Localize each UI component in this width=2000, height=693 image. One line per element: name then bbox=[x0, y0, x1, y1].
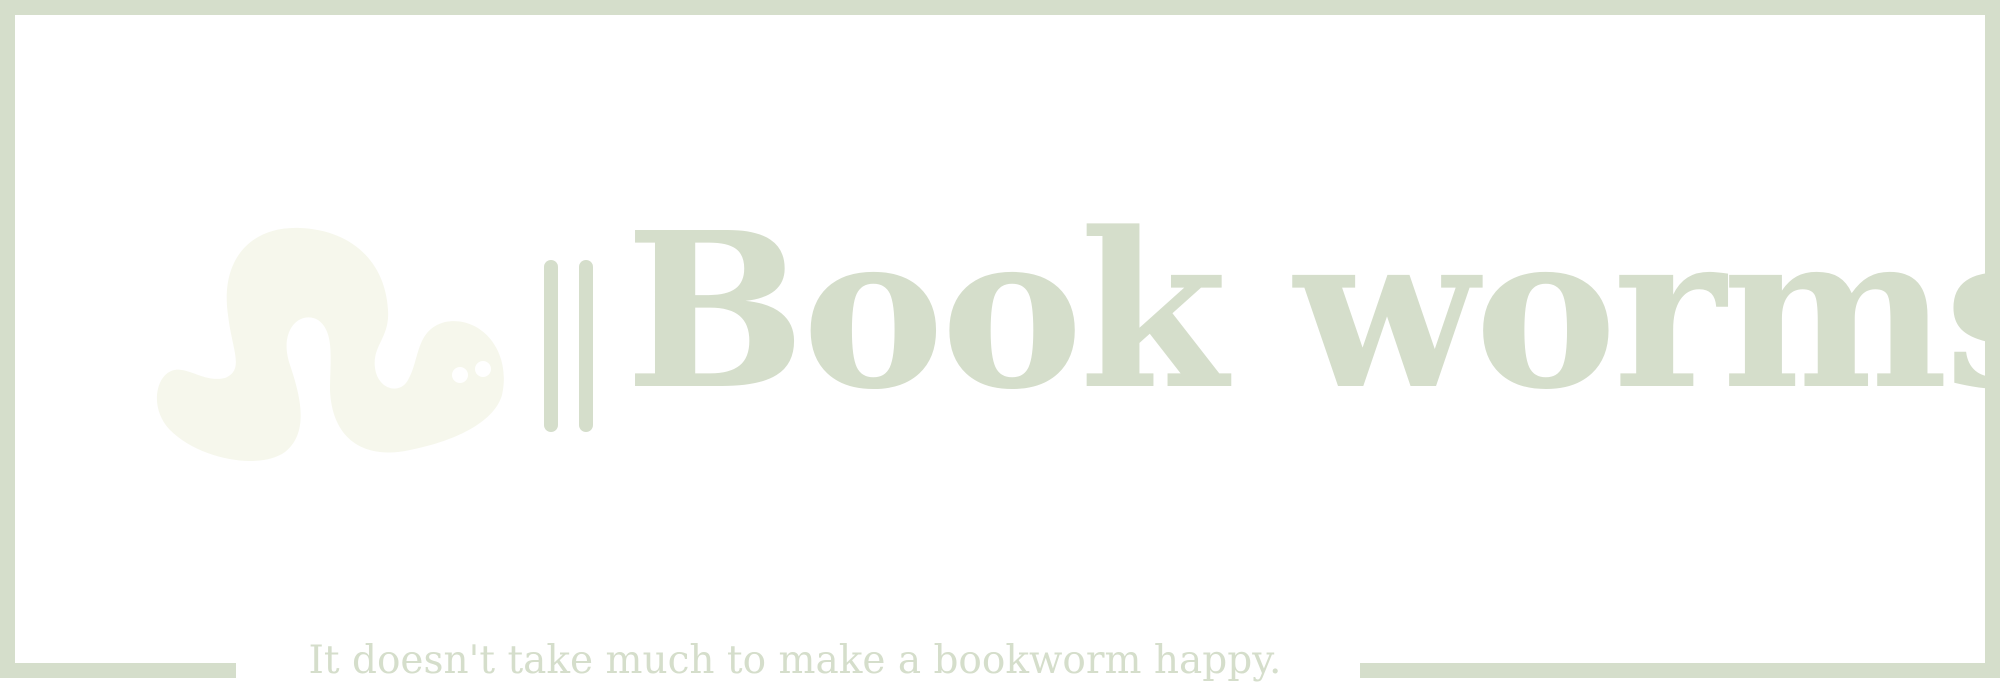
bar-right bbox=[579, 260, 593, 432]
worm-eye-left bbox=[452, 367, 468, 383]
logo-banner: Book worms It doesn't take much to make … bbox=[0, 0, 2000, 693]
worm-body bbox=[156, 227, 504, 461]
brand-name: Book worms bbox=[625, 186, 2000, 437]
worm-eye-right bbox=[475, 361, 491, 377]
tagline: It doesn't take much to make a bookworm … bbox=[308, 638, 1282, 683]
bookworm-icon bbox=[156, 227, 504, 461]
double-bar-icon bbox=[544, 260, 593, 432]
bar-left bbox=[544, 260, 558, 432]
